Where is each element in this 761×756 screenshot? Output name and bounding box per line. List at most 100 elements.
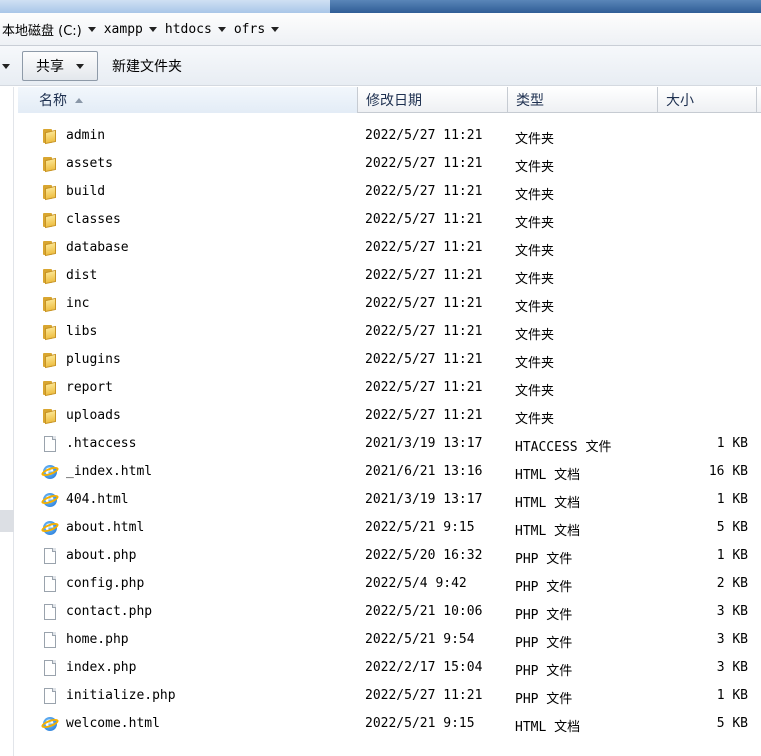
file-date: 2022/5/21 10:06 — [365, 604, 483, 619]
file-date: 2021/6/21 13:16 — [365, 464, 483, 479]
folder-icon — [42, 156, 58, 173]
file-date: 2022/5/27 11:21 — [365, 380, 483, 395]
share-chevron-down-icon — [76, 63, 84, 69]
breadcrumb: 本地磁盘 (C:) xampp htdocs ofrs — [2, 20, 287, 39]
list-item[interactable]: e about.html 2022/5/21 9:15 HTML 文档 5 KB — [18, 514, 761, 542]
file-size: 2 KB — [716, 576, 748, 591]
folder-icon — [42, 240, 58, 257]
list-item[interactable]: contact.php 2022/5/21 10:06 PHP 文件 3 KB — [18, 598, 761, 626]
file-type: 文件夹 — [515, 356, 555, 371]
file-name: report — [66, 380, 113, 395]
file-icon — [42, 604, 58, 620]
file-name: initialize.php — [66, 688, 176, 703]
list-item[interactable]: e 404.html 2021/3/19 13:17 HTML 文档 1 KB — [18, 486, 761, 514]
list-item[interactable]: libs 2022/5/27 11:21 文件夹 — [18, 318, 761, 346]
file-date: 2022/5/4 9:42 — [365, 576, 467, 591]
navigation-pane-scroll-thumb[interactable] — [0, 510, 14, 532]
file-icon — [42, 632, 58, 648]
file-name: libs — [66, 324, 98, 339]
list-item[interactable]: dist 2022/5/27 11:21 文件夹 — [18, 262, 761, 290]
file-date: 2021/3/19 13:17 — [365, 492, 483, 507]
list-item[interactable]: inc 2022/5/27 11:21 文件夹 — [18, 290, 761, 318]
share-button[interactable]: 共享 — [22, 51, 98, 81]
file-size: 3 KB — [716, 604, 748, 619]
breadcrumb-chevron-down-icon[interactable] — [217, 26, 226, 32]
file-date: 2022/5/27 11:21 — [365, 128, 483, 143]
ie-icon: e — [40, 491, 60, 508]
file-date: 2022/5/21 9:15 — [365, 716, 475, 731]
address-bar[interactable]: 本地磁盘 (C:) xampp htdocs ofrs — [0, 13, 761, 46]
file-type: 文件夹 — [515, 300, 555, 315]
breadcrumb-item[interactable]: htdocs — [165, 22, 226, 37]
list-item[interactable]: assets 2022/5/27 11:21 文件夹 — [18, 150, 761, 178]
file-type: HTML 文档 — [515, 468, 581, 483]
file-date: 2021/3/19 13:17 — [365, 436, 483, 451]
file-type: 文件夹 — [515, 412, 555, 427]
folder-icon — [42, 352, 58, 369]
organize-chevron-down-icon[interactable] — [2, 64, 10, 69]
breadcrumb-item[interactable]: ofrs — [233, 21, 280, 37]
file-date: 2022/5/20 16:32 — [365, 548, 483, 563]
ie-icon: e — [40, 715, 60, 732]
list-item[interactable]: .htaccess 2021/3/19 13:17 HTACCESS 文件 1 KB — [18, 430, 761, 458]
file-date: 2022/2/17 15:04 — [365, 660, 483, 675]
file-type: HTML 文档 — [515, 496, 581, 511]
file-size: 5 KB — [716, 716, 748, 731]
column-header-size[interactable]: 大小 — [658, 87, 757, 113]
breadcrumb-chevron-down-icon[interactable] — [271, 26, 280, 32]
column-size-label: 大小 — [666, 93, 694, 109]
list-item[interactable]: initialize.php 2022/5/27 11:21 PHP 文件 1 KB — [18, 682, 761, 710]
file-type: PHP 文件 — [515, 636, 573, 651]
file-date: 2022/5/21 9:15 — [365, 520, 475, 535]
column-header-type[interactable]: 类型 — [508, 87, 658, 113]
list-item[interactable]: plugins 2022/5/27 11:21 文件夹 — [18, 346, 761, 374]
folder-icon — [42, 296, 58, 313]
list-item[interactable]: home.php 2022/5/21 9:54 PHP 文件 3 KB — [18, 626, 761, 654]
list-item[interactable]: classes 2022/5/27 11:21 文件夹 — [18, 206, 761, 234]
file-size: 1 KB — [716, 548, 748, 563]
list-item[interactable]: e welcome.html 2022/5/21 9:15 HTML 文档 5 KB — [18, 710, 761, 738]
file-size: 5 KB — [716, 520, 748, 535]
breadcrumb-label: xampp — [103, 21, 143, 37]
list-item[interactable]: database 2022/5/27 11:21 文件夹 — [18, 234, 761, 262]
file-type: PHP 文件 — [515, 664, 573, 679]
list-item[interactable]: admin 2022/5/27 11:21 文件夹 — [18, 122, 761, 150]
column-type-label: 类型 — [516, 93, 544, 109]
file-type: 文件夹 — [515, 160, 555, 175]
column-header-name[interactable]: 名称 — [18, 87, 358, 113]
file-date: 2022/5/27 11:21 — [365, 688, 483, 703]
breadcrumb-chevron-down-icon[interactable] — [87, 26, 96, 32]
folder-icon — [42, 380, 58, 397]
file-icon — [42, 576, 58, 592]
file-icon — [42, 660, 58, 676]
breadcrumb-label: ofrs — [233, 21, 266, 37]
list-item[interactable]: about.php 2022/5/20 16:32 PHP 文件 1 KB — [18, 542, 761, 570]
folder-icon — [42, 128, 58, 145]
list-item[interactable]: build 2022/5/27 11:21 文件夹 — [18, 178, 761, 206]
list-item[interactable]: index.php 2022/2/17 15:04 PHP 文件 3 KB — [18, 654, 761, 682]
file-type: 文件夹 — [515, 188, 555, 203]
column-header: 名称 修改日期 类型 大小 — [18, 87, 761, 113]
file-name: admin — [66, 128, 106, 143]
list-item[interactable]: uploads 2022/5/27 11:21 文件夹 — [18, 402, 761, 430]
file-date: 2022/5/27 11:21 — [365, 352, 483, 367]
file-name: build — [66, 184, 106, 199]
new-folder-button[interactable]: 新建文件夹 — [112, 56, 182, 76]
breadcrumb-chevron-down-icon[interactable] — [148, 26, 157, 32]
window-title-bar — [0, 0, 761, 13]
breadcrumb-item[interactable]: 本地磁盘 (C:) — [2, 20, 96, 39]
file-date: 2022/5/27 11:21 — [365, 268, 483, 283]
file-list: admin 2022/5/27 11:21 文件夹 assets 2022/5/27 1… — [18, 122, 761, 738]
file-size: 3 KB — [716, 632, 748, 647]
list-item[interactable]: config.php 2022/5/4 9:42 PHP 文件 2 KB — [18, 570, 761, 598]
column-header-date[interactable]: 修改日期 — [358, 87, 508, 113]
list-item[interactable]: e _index.html 2021/6/21 13:16 HTML 文档 16 KB — [18, 458, 761, 486]
breadcrumb-item[interactable]: xampp — [104, 22, 157, 37]
command-bar: 共享 新建文件夹 — [0, 46, 761, 86]
ie-icon: e — [40, 519, 60, 536]
file-name: 404.html — [66, 492, 129, 507]
list-item[interactable]: report 2022/5/27 11:21 文件夹 — [18, 374, 761, 402]
folder-icon — [42, 212, 58, 229]
file-type: HTML 文档 — [515, 720, 581, 735]
file-date: 2022/5/27 11:21 — [365, 324, 483, 339]
